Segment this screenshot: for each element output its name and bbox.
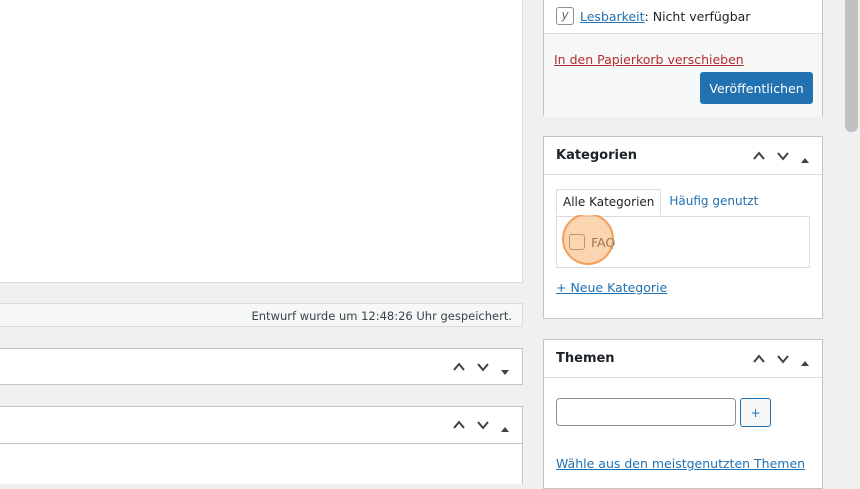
toggle-collapse-icon[interactable] <box>800 151 810 163</box>
toggle-expand-icon[interactable] <box>500 362 510 375</box>
editor-status-bar: Entwurf wurde um 12:48:26 Uhr gespeicher… <box>0 303 523 327</box>
categories-title: Kategorien <box>556 148 638 163</box>
editor-content-area[interactable] <box>0 0 523 283</box>
themes-title: Themen <box>556 351 615 366</box>
move-up-icon[interactable] <box>452 360 466 374</box>
autosave-status-text: Entwurf wurde um 12:48:26 Uhr gespeicher… <box>251 309 513 323</box>
categories-box: Kategorien Alle Kategorien Häufig genutz… <box>543 136 823 319</box>
readability-value: : Nicht verfügbar <box>644 8 751 24</box>
move-down-icon[interactable] <box>776 149 790 163</box>
categories-handles <box>752 149 810 163</box>
scrollbar-thumb[interactable] <box>845 0 858 132</box>
add-new-category-link[interactable]: + Neue Kategorie <box>556 280 667 295</box>
themes-header[interactable]: Themen <box>544 340 822 378</box>
move-up-icon[interactable] <box>752 149 766 163</box>
move-up-icon[interactable] <box>752 352 766 366</box>
themes-box: Themen + Wähle aus den meistgenutzten Th… <box>543 339 823 489</box>
postbox-collapsed <box>0 348 523 385</box>
categories-tabs: Alle Kategorien Häufig genutzt <box>556 189 764 215</box>
publish-button[interactable]: Veröffentlichen <box>700 72 813 104</box>
categories-header[interactable]: Kategorien <box>544 137 822 175</box>
move-to-trash-link[interactable]: In den Papierkorb verschieben <box>554 52 744 67</box>
move-down-icon[interactable] <box>476 418 490 432</box>
themes-input[interactable] <box>556 398 736 426</box>
postbox-handles <box>452 349 510 384</box>
yoast-icon: y <box>556 7 574 25</box>
toggle-collapse-icon[interactable] <box>800 354 810 366</box>
toggle-collapse-icon[interactable] <box>500 420 510 432</box>
postbox-body <box>0 444 523 484</box>
tab-most-used[interactable]: Häufig genutzt <box>661 189 764 215</box>
category-label: FAQ <box>591 234 616 250</box>
choose-most-used-themes-link[interactable]: Wähle aus den meistgenutzten Themen <box>556 456 805 471</box>
publish-box: y Lesbarkeit: Nicht verfügbar In den Pap… <box>543 0 823 117</box>
readability-row: y Lesbarkeit: Nicht verfügbar <box>556 7 750 25</box>
postbox-handles <box>452 407 510 443</box>
list-item[interactable]: FAQ <box>569 234 615 250</box>
move-down-icon[interactable] <box>476 360 490 374</box>
move-down-icon[interactable] <box>776 352 790 366</box>
move-up-icon[interactable] <box>452 418 466 432</box>
themes-handles <box>752 352 810 366</box>
categories-list: FAQ <box>556 213 810 268</box>
tab-all-categories[interactable]: Alle Kategorien <box>556 189 662 215</box>
postbox-expanded <box>0 406 523 444</box>
category-checkbox-faq[interactable] <box>569 234 585 250</box>
readability-link[interactable]: Lesbarkeit <box>580 9 645 24</box>
add-theme-button[interactable]: + <box>740 398 771 427</box>
